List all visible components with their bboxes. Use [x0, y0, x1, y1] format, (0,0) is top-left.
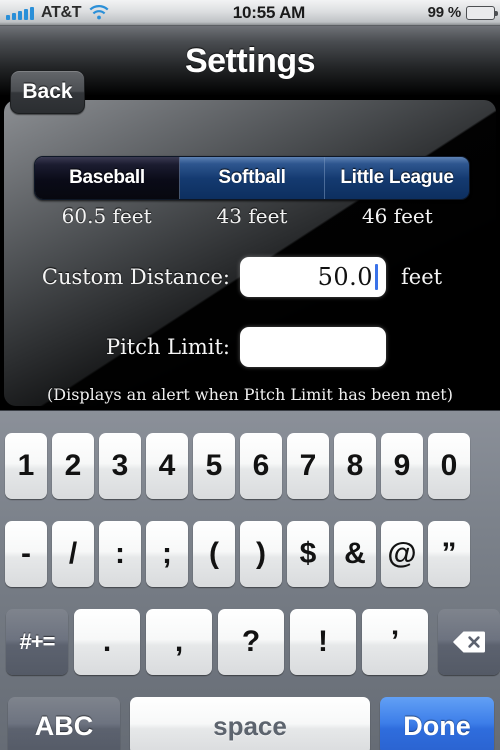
key-open-paren[interactable]: ( — [193, 521, 235, 587]
navigation-bar: Settings Back — [0, 26, 500, 114]
key-symbol-shift-label: #+= — [19, 629, 56, 654]
segment-little-league[interactable]: Little League — [325, 157, 469, 199]
distance-baseball: 60.5 feet — [61, 204, 152, 228]
key-5[interactable]: 5 — [193, 433, 235, 499]
battery-percent-label: 99 % — [427, 4, 462, 21]
backspace-icon — [452, 630, 486, 654]
key-2[interactable]: 2 — [52, 433, 94, 499]
numeric-symbol-keyboard[interactable]: 1 2 3 4 5 6 7 8 9 0 - / : ; ( ) $ & @ ” … — [0, 410, 500, 750]
custom-distance-label: Custom Distance: — [41, 265, 230, 289]
key-semicolon[interactable]: ; — [146, 521, 188, 587]
status-bar-clock: 10:55 AM — [232, 2, 306, 22]
text-caret — [375, 264, 378, 290]
custom-distance-row: Custom Distance: 50.0 feet — [4, 257, 496, 297]
settings-content: Baseball Softball Little League 60.5 fee… — [0, 96, 500, 410]
space-key[interactable]: space — [130, 697, 370, 750]
signal-bars-icon — [6, 6, 34, 20]
key-7[interactable]: 7 — [287, 433, 329, 499]
key-exclamation[interactable]: ! — [290, 609, 356, 675]
abc-key[interactable]: ABC — [8, 697, 120, 750]
key-close-paren[interactable]: ) — [240, 521, 282, 587]
pitch-limit-input[interactable] — [240, 327, 386, 367]
iphone-screen: AT&T 10:55 AM 99 % Settings Back Basebal… — [0, 0, 500, 750]
key-hyphen[interactable]: - — [5, 521, 47, 587]
key-colon[interactable]: : — [99, 521, 141, 587]
back-button[interactable]: Back — [10, 70, 85, 114]
keyboard-row-punctuation: #+= . , ? ! ’ — [0, 609, 500, 675]
segment-baseball[interactable]: Baseball — [35, 157, 180, 199]
keyboard-row-symbols: - / : ; ( ) $ & @ ” — [0, 521, 500, 587]
key-4[interactable]: 4 — [146, 433, 188, 499]
pitch-limit-label: Pitch Limit: — [105, 335, 230, 359]
distance-little-league: 46 feet — [361, 204, 433, 228]
key-dollar[interactable]: $ — [287, 521, 329, 587]
key-period[interactable]: . — [74, 609, 140, 675]
key-quote[interactable]: ” — [428, 521, 470, 587]
key-ampersand[interactable]: & — [334, 521, 376, 587]
distance-softball: 43 feet — [216, 204, 288, 228]
pitch-type-segmented-control[interactable]: Baseball Softball Little League — [34, 156, 470, 200]
key-6[interactable]: 6 — [240, 433, 282, 499]
segment-softball[interactable]: Softball — [180, 157, 325, 199]
key-0[interactable]: 0 — [428, 433, 470, 499]
key-9[interactable]: 9 — [381, 433, 423, 499]
key-1[interactable]: 1 — [5, 433, 47, 499]
settings-panel: Baseball Softball Little League 60.5 fee… — [4, 100, 496, 406]
key-slash[interactable]: / — [52, 521, 94, 587]
status-bar-left: AT&T — [0, 4, 110, 22]
custom-distance-input[interactable]: 50.0 — [240, 257, 386, 297]
backspace-key[interactable] — [438, 609, 500, 675]
key-at[interactable]: @ — [381, 521, 423, 587]
carrier-label: AT&T — [41, 3, 82, 21]
pitch-limit-hint: (Displays an alert when Pitch Limit has … — [47, 385, 453, 404]
status-bar-right: 99 % — [428, 4, 500, 21]
battery-icon — [466, 5, 498, 20]
key-question[interactable]: ? — [218, 609, 284, 675]
key-3[interactable]: 3 — [99, 433, 141, 499]
custom-distance-unit: feet — [401, 265, 443, 289]
key-8[interactable]: 8 — [334, 433, 376, 499]
key-apostrophe[interactable]: ’ — [362, 609, 428, 675]
done-key[interactable]: Done — [380, 697, 494, 750]
keyboard-row-bottom: ABC space Done — [0, 697, 500, 750]
wifi-icon — [88, 4, 110, 21]
key-symbol-shift[interactable]: #+= — [6, 609, 68, 675]
custom-distance-value: 50.0 — [317, 263, 373, 291]
status-bar: AT&T 10:55 AM 99 % — [0, 0, 500, 26]
pitch-limit-row: Pitch Limit: — [4, 327, 496, 367]
keyboard-row-numbers: 1 2 3 4 5 6 7 8 9 0 — [0, 433, 500, 499]
key-comma[interactable]: , — [146, 609, 212, 675]
segment-distance-labels: 60.5 feet 43 feet 46 feet — [34, 204, 470, 228]
